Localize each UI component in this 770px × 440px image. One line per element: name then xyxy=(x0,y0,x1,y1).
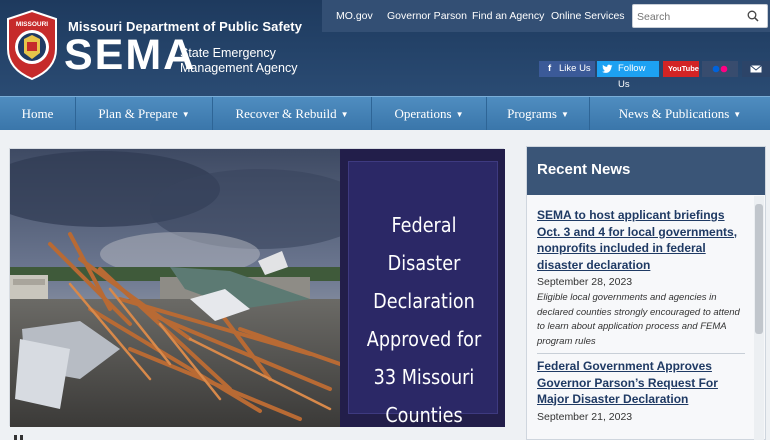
recent-news-title: Recent News xyxy=(537,161,631,178)
youtube-label: YouTube xyxy=(668,64,699,73)
search-box xyxy=(632,4,768,28)
youtube-button[interactable]: YouTube xyxy=(663,61,699,77)
hero-caption-panel: Federal Disaster Declaration Approved fo… xyxy=(340,149,505,427)
news-item-title-link[interactable]: Federal Government Approves Governor Par… xyxy=(537,358,747,408)
flickr-button[interactable] xyxy=(702,61,738,77)
twitter-button[interactable]: Follow Us xyxy=(597,61,659,90)
news-item-description: Eligible local governments and agencies … xyxy=(537,292,740,347)
agency-line-1: State Emergency xyxy=(180,46,276,60)
nav-programs[interactable]: Programs ▼ xyxy=(487,97,590,130)
email-button[interactable] xyxy=(742,61,770,77)
news-scrollbar-thumb[interactable] xyxy=(755,204,763,334)
news-item-date: September 28, 2023 xyxy=(537,276,633,288)
main-nav: Home Plan & Prepare ▼ Recover & Rebuild ▼ … xyxy=(0,96,770,130)
news-item-date: September 21, 2023 xyxy=(537,410,633,423)
nav-plan-prepare-label: Plan & Prepare xyxy=(98,106,178,121)
partial-glyph xyxy=(14,435,23,440)
nav-plan-prepare[interactable]: Plan & Prepare ▼ xyxy=(76,97,213,130)
recent-news-header: Recent News xyxy=(527,147,765,195)
hero-slide[interactable]: Federal Disaster Declaration Approved fo… xyxy=(9,148,505,427)
storm-damage-photo xyxy=(10,149,340,427)
svg-text:MISSOURI: MISSOURI xyxy=(16,21,48,28)
hero-line-4: 33 Missouri xyxy=(373,365,475,389)
nav-news-publications[interactable]: News & Publications ▼ xyxy=(590,97,770,130)
news-scrollbar[interactable] xyxy=(754,196,764,440)
nav-recover-rebuild-label: Recover & Rebuild xyxy=(235,106,337,121)
recent-news-panel: Recent News SEMA to host applicant brief… xyxy=(526,146,766,440)
facebook-label: Like Us xyxy=(559,63,591,74)
nav-home[interactable]: Home xyxy=(0,97,76,130)
search-icon[interactable] xyxy=(747,10,759,22)
hero-caption-box: Federal Disaster Declaration Approved fo… xyxy=(348,161,498,427)
flickr-icon xyxy=(712,65,728,73)
nav-news-publications-label: News & Publications xyxy=(618,106,730,121)
link-governor-parson[interactable]: Governor Parson xyxy=(387,10,467,22)
chevron-down-icon: ▼ xyxy=(455,110,464,119)
facebook-icon: f xyxy=(548,63,552,74)
agency-name: State Emergency Management Agency xyxy=(180,46,297,75)
nav-programs-label: Programs xyxy=(507,106,557,121)
hero-line-2: Declaration xyxy=(373,289,475,313)
news-item: Federal Government Approves Governor Par… xyxy=(537,358,747,423)
hero-line-5: Counties xyxy=(385,403,463,427)
twitter-label: Follow Us xyxy=(618,63,646,90)
twitter-bird-icon xyxy=(602,64,613,73)
search-input[interactable] xyxy=(637,9,745,24)
chevron-down-icon: ▼ xyxy=(181,110,190,119)
missouri-seal-logo[interactable]: MISSOURI xyxy=(6,9,58,81)
envelope-icon xyxy=(750,65,762,73)
news-item-title-link[interactable]: SEMA to host applicant briefings Oct. 3 … xyxy=(537,207,747,273)
news-item: SEMA to host applicant briefings Oct. 3 … xyxy=(537,207,747,349)
nav-home-label: Home xyxy=(21,106,54,121)
chevron-down-icon: ▼ xyxy=(340,110,349,119)
agency-line-2: Management Agency xyxy=(180,60,298,75)
chevron-down-icon: ▼ xyxy=(560,110,569,119)
facebook-button[interactable]: f Like Us xyxy=(539,61,595,77)
hero-line-3: Approved for xyxy=(366,327,482,351)
chevron-down-icon: ▼ xyxy=(733,110,742,119)
nav-recover-rebuild[interactable]: Recover & Rebuild ▼ xyxy=(213,97,372,130)
site-header: MISSOURI Missouri Department of Public S… xyxy=(0,0,770,96)
link-mo-gov[interactable]: MO.gov xyxy=(336,10,373,22)
hero-line-1: Federal Disaster xyxy=(387,213,461,275)
news-divider xyxy=(537,353,745,354)
hero-headline[interactable]: Federal Disaster Declaration Approved fo… xyxy=(360,206,489,434)
link-online-services[interactable]: Online Services xyxy=(551,10,625,22)
nav-operations[interactable]: Operations ▼ xyxy=(372,97,487,130)
sema-logo-text[interactable]: SEMA xyxy=(64,32,196,78)
nav-operations-label: Operations xyxy=(394,106,452,121)
link-find-agency[interactable]: Find an Agency xyxy=(472,10,544,22)
